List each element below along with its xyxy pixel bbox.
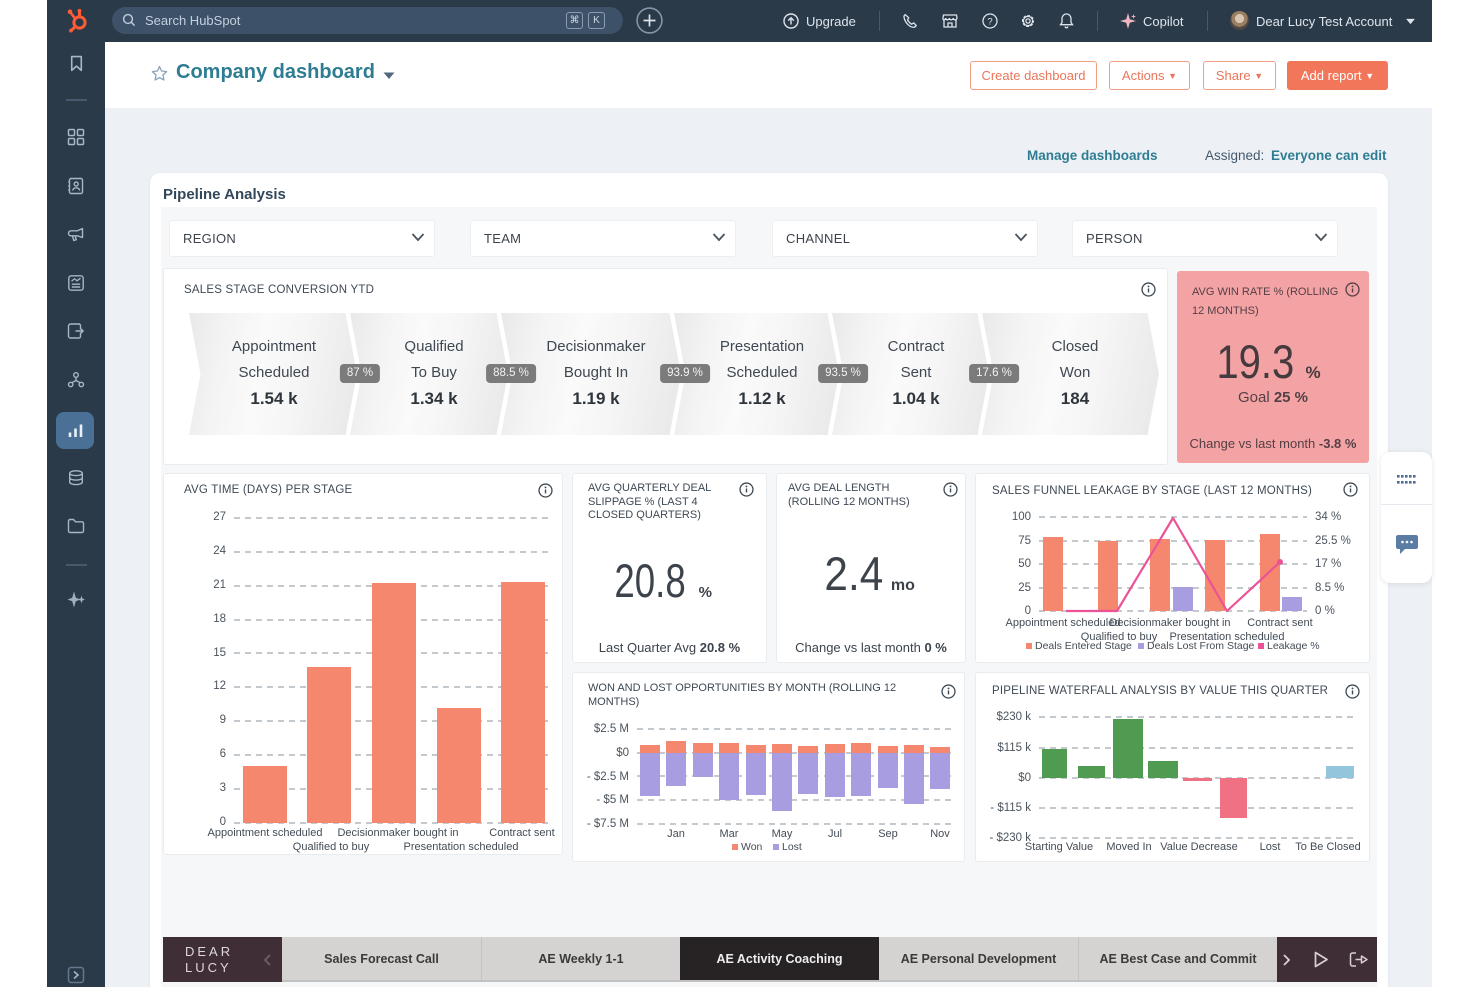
svg-text:?: ? xyxy=(987,16,992,27)
